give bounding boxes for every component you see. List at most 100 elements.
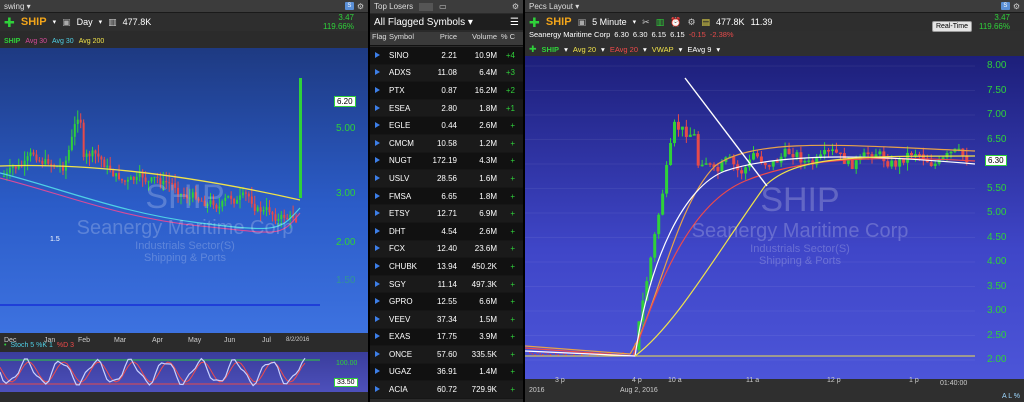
table-row[interactable]: EXAS 17.75 3.9M + (370, 328, 523, 347)
table-row[interactable]: ACIA 60.72 729.9K + (370, 381, 523, 399)
chevron-down-icon[interactable]: ▾ (679, 45, 683, 54)
link-icon[interactable]: S (1000, 2, 1010, 10)
table-row[interactable]: PTX 0.87 16.2M +2 (370, 82, 523, 100)
timeframe-select[interactable]: 5 Minute (592, 17, 627, 27)
flag-icon[interactable] (375, 104, 380, 111)
legend-symbol[interactable]: SHIP (542, 45, 560, 54)
table-row[interactable]: UGAZ 36.91 1.4M + (370, 363, 523, 382)
axis-mode-toggle[interactable]: A L % (1002, 393, 1020, 400)
left-window-titlebar[interactable]: swing ▾ S ⚙ (0, 0, 368, 13)
table-row[interactable]: ETSY 12.71 6.9M + (370, 205, 523, 223)
header-price[interactable]: Price (428, 32, 460, 45)
tools-icon[interactable]: ✂ (642, 17, 650, 28)
header-symbol[interactable]: Symbol (387, 32, 428, 45)
indicators-icon[interactable]: ▥ (656, 17, 665, 28)
table-row[interactable]: CMCM 10.58 1.2M + (370, 134, 523, 153)
table-row[interactable]: VEEV 37.34 1.5M + (370, 310, 523, 329)
legend-avg-3[interactable]: Avg 200 (79, 38, 105, 45)
table-row[interactable]: USLV 28.56 1.6M + (370, 170, 523, 188)
tab-more[interactable] (419, 2, 434, 11)
flag-icon[interactable] (375, 174, 380, 181)
settings-icon[interactable]: ⚙ (512, 2, 519, 11)
flag-icon[interactable] (375, 245, 380, 252)
settings-icon[interactable]: ⚙ (357, 2, 364, 11)
flag-icon[interactable] (375, 350, 380, 357)
legend-avg-1[interactable]: Avg 30 (25, 38, 47, 45)
menu-icon[interactable]: ☰ (510, 17, 519, 28)
header-flag[interactable]: Flag (370, 32, 387, 45)
legend-eavg-9[interactable]: EAvg 9 (687, 45, 711, 54)
chevron-down-icon[interactable]: ▾ (633, 18, 637, 26)
flag-icon[interactable] (375, 315, 380, 322)
link-icon[interactable]: S (344, 2, 354, 10)
table-row[interactable]: CHUBK 13.94 450.2K + (370, 258, 523, 276)
flag-icon[interactable] (375, 192, 380, 199)
chevron-down-icon[interactable]: ▾ (573, 2, 579, 11)
flag-icon[interactable] (375, 139, 380, 146)
chevron-down-icon[interactable]: ▾ (716, 45, 720, 54)
table-row[interactable]: EGLE 0.44 2.6M + (370, 117, 523, 135)
folder-icon[interactable]: ▭ (439, 2, 447, 11)
flag-icon[interactable] (375, 386, 380, 393)
chevron-down-icon[interactable]: ▾ (99, 18, 103, 26)
camera-icon[interactable]: ▣ (578, 17, 587, 28)
legend-eavg-20[interactable]: EAvg 20 (610, 45, 638, 54)
flag-icon[interactable] (375, 69, 380, 76)
chart-type-icon[interactable]: ▥ (108, 17, 117, 28)
legend-avg-2[interactable]: Avg 30 (52, 38, 74, 45)
flag-icon[interactable] (375, 86, 380, 93)
add-indicator-icon[interactable]: ✚ (529, 43, 537, 56)
add-icon[interactable]: ✚ (4, 16, 15, 29)
note-icon[interactable]: ▤ (702, 17, 711, 28)
table-row[interactable]: SINO 2.21 10.9M +4 (370, 47, 523, 65)
flag-icon[interactable] (375, 333, 380, 340)
scan-title-bar[interactable]: All Flagged Symbols ▾ ☰ (370, 14, 523, 30)
chevron-down-icon[interactable]: ▾ (564, 45, 568, 54)
table-row[interactable]: ADXS 11.08 6.4M +3 (370, 64, 523, 83)
table-row[interactable]: SGY 11.14 497.3K + (370, 275, 523, 294)
alarm-icon[interactable]: ⏰ (670, 17, 681, 28)
symbol-label[interactable]: SHIP (546, 16, 572, 28)
legend-symbol[interactable]: SHIP (4, 38, 20, 45)
settings-icon[interactable]: ⚙ (1013, 2, 1020, 11)
chevron-down-icon[interactable]: ▾ (643, 45, 647, 54)
flag-icon[interactable] (375, 157, 380, 164)
chevron-down-icon[interactable]: ▾ (53, 18, 57, 26)
intraday-price-chart[interactable]: SHIP Seanergy Maritime Corp Industrials … (525, 56, 1024, 379)
legend-avg-20[interactable]: Avg 20 (573, 45, 596, 54)
camera-icon[interactable]: ▣ (62, 17, 71, 28)
chevron-down-icon[interactable]: ▾ (24, 2, 31, 11)
flag-icon[interactable] (375, 227, 380, 234)
table-row[interactable]: ONCE 57.60 335.5K + (370, 346, 523, 364)
right-window-titlebar[interactable]: Pecs Layout ▾ S ⚙ (525, 0, 1024, 13)
chevron-down-icon[interactable]: ▾ (601, 45, 605, 54)
table-row[interactable]: GPRO 12.55 6.6M + (370, 293, 523, 311)
flag-icon[interactable] (375, 51, 380, 58)
legend-vwap[interactable]: VWAP (652, 45, 674, 54)
legend-stoch[interactable]: Stoch 5 %K 1 (10, 342, 52, 349)
tab-top-losers[interactable]: Top Losers (374, 2, 413, 11)
table-row[interactable]: NUGT 172.19 4.3M + (370, 152, 523, 171)
symbol-label[interactable]: SHIP (21, 16, 47, 28)
flag-icon[interactable] (375, 262, 380, 269)
flag-icon[interactable] (375, 210, 380, 217)
flag-icon[interactable] (375, 122, 380, 129)
x-axis-label: May (188, 337, 202, 344)
flag-icon[interactable] (375, 280, 380, 287)
daily-price-chart[interactable]: SHIP Seanergy Maritime Corp Industrials … (0, 48, 368, 344)
stochastic-oscillator-pane[interactable]: 100.00 33.50 (0, 352, 368, 392)
table-row[interactable]: ESEA 2.80 1.8M +1 (370, 99, 523, 118)
timeframe-select[interactable]: Day (77, 17, 93, 27)
table-row[interactable]: FCX 12.40 23.6M + (370, 240, 523, 259)
flag-icon[interactable] (375, 368, 380, 375)
table-row[interactable]: DHT 4.54 2.6M + (370, 222, 523, 241)
header-pct-change[interactable]: % C (500, 32, 517, 45)
flag-icon[interactable] (375, 298, 380, 305)
real-time-button[interactable]: Real-Time (931, 21, 972, 32)
legend-stoch-d[interactable]: %D 3 (57, 342, 74, 349)
gear-icon[interactable]: ⚙ (687, 17, 695, 28)
add-icon[interactable]: ✚ (529, 16, 540, 29)
chevron-down-icon[interactable]: ▾ (465, 17, 473, 28)
table-row[interactable]: FMSA 6.65 1.8M + (370, 187, 523, 206)
header-volume[interactable]: Volume (460, 32, 500, 45)
